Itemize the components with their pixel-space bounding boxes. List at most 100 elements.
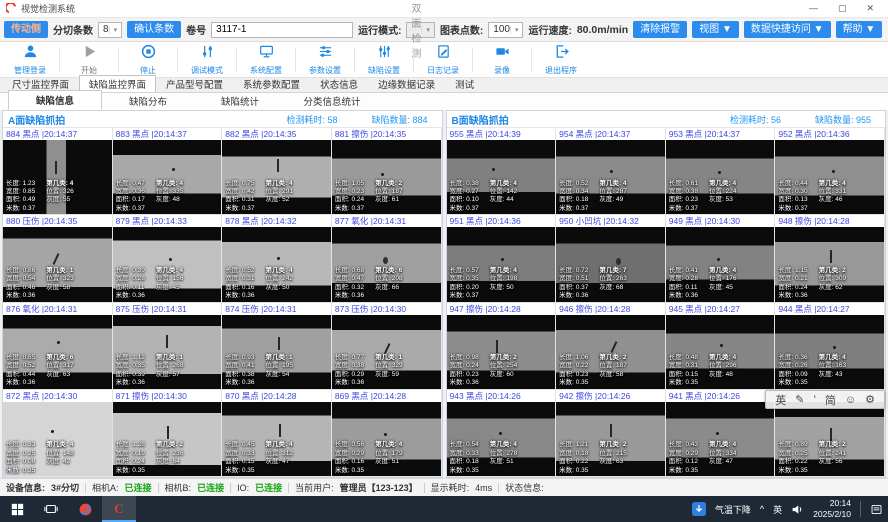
defect-cell[interactable]: 942 擦伤 |20:14:26长度: 1.21宽度: 0.18面积: 0.22… [556, 390, 666, 477]
main-tab[interactable]: 状态信息 [310, 75, 368, 92]
sub-tab[interactable]: 缺陷分布 [102, 92, 194, 110]
defect-cell[interactable]: 879 黑点 |20:14:33长度: 0.39宽度: 0.28面积: 0.11… [113, 215, 223, 302]
sub-tab[interactable]: 分类信息统计 [286, 92, 378, 110]
defect-cell[interactable]: 876 氧化 |20:14:31长度: 0.85宽度: 0.52面积: 0.44… [3, 303, 113, 390]
defect-info-overlay: 长度: 0.98宽度: 0.24面积: 0.23米数: 0.36第几类: 2位置… [450, 354, 518, 388]
action-button-4[interactable]: 调试模式 [179, 44, 235, 76]
data-access-menu-button[interactable]: 数据快捷访问 ▼ [744, 21, 831, 38]
action-button-8[interactable]: 日志记录 [415, 44, 471, 76]
defect-cell[interactable]: 884 黑点 |20:14:37长度: 1.23宽度: 0.85面积: 0.49… [3, 128, 113, 215]
tray-expand-chevron[interactable]: ^ [760, 504, 764, 514]
measurement-line: 宽度: 0.31 [225, 275, 254, 283]
class-line: 第几类: 2 [819, 267, 846, 275]
defect-cell[interactable]: 874 压伤 |20:14:31长度: 0.93宽度: 0.41面积: 0.38… [222, 303, 332, 390]
class-line: 第几类: 2 [819, 441, 846, 449]
defect-cell[interactable]: 882 黑点 |20:14:35长度: 0.75宽度: 0.42面积: 0.31… [222, 128, 332, 215]
measurement-line: 面积: 0.08 [6, 458, 35, 466]
view-menu-button[interactable]: 视图 ▼ [692, 21, 739, 38]
slit-count-select[interactable]: 8 ▾ [98, 22, 122, 38]
start-button[interactable] [0, 496, 34, 522]
defect-cell[interactable]: 872 黑点 |20:14:30长度: 0.33宽度: 0.25面积: 0.08… [3, 390, 113, 477]
action-button-6[interactable]: 参数设置 [297, 44, 353, 76]
ime-settings-gear-icon[interactable]: ⚙ [865, 393, 875, 406]
action-button-1[interactable]: 管理登录 [2, 44, 58, 76]
action-button-7[interactable]: 缺陷设置 [356, 44, 412, 76]
maximize-button[interactable]: ▢ [838, 3, 847, 14]
gray-line: 灰度: 55 [46, 196, 73, 204]
notification-center-icon[interactable] [870, 503, 883, 516]
defect-mark [172, 168, 175, 171]
defect-cell[interactable]: 945 黑点 |20:14:27长度: 0.48宽度: 0.31面积: 0.15… [666, 303, 776, 390]
gray-line: 灰度: 68 [599, 284, 626, 292]
action-button-9[interactable]: 录像 [474, 44, 530, 76]
main-tab[interactable]: 产品型号配置 [156, 75, 233, 92]
defect-cell[interactable]: 955 黑点 |20:14:39长度: 0.38宽度: 0.27面积: 0.10… [447, 128, 557, 215]
clear-alarm-button[interactable]: 清除报警 [633, 21, 687, 38]
ime-emoji-icon[interactable]: ☺ [845, 394, 856, 406]
minimize-button[interactable]: — [809, 3, 818, 14]
defect-cell[interactable]: 943 黑点 |20:14:26长度: 0.54宽度: 0.33面积: 0.18… [447, 390, 557, 477]
measurement-line: 长度: 1.15 [778, 267, 807, 275]
defect-classification: 第几类: 4位置: 242灰度: 50 [266, 267, 293, 301]
action-button-5[interactable]: 系统配置 [238, 44, 294, 76]
main-tab[interactable]: 测试 [445, 75, 484, 92]
defect-cell[interactable]: 954 黑点 |20:14:37长度: 0.52宽度: 0.34面积: 0.18… [556, 128, 666, 215]
measurement-line: 长度: 0.44 [778, 180, 807, 188]
defect-cell[interactable]: 950 小凹坑 |20:14:32长度: 0.72宽度: 0.51面积: 0.3… [556, 215, 666, 302]
defect-cell[interactable]: 871 擦伤 |20:14:30长度: 1.28宽度: 0.19面积: 0.24… [113, 390, 223, 477]
run-mode-select[interactable]: 双面检测 ▾ [406, 22, 435, 38]
ime-punctuation-toggle[interactable]: ’ [813, 394, 815, 406]
defect-cell[interactable]: 880 压伤 |20:14:35长度: 0.86宽度: 0.54面积: 0.46… [3, 215, 113, 302]
defect-cell[interactable]: 951 黑点 |20:14:36长度: 0.57宽度: 0.35面积: 0.20… [447, 215, 557, 302]
chart-points-select[interactable]: 100 ▾ [488, 22, 523, 38]
defect-image: 长度: 0.43宽度: 0.29面积: 0.12米数: 0.35第几类: 4位置… [666, 402, 775, 476]
main-tab[interactable]: 边缘数据记录 [368, 75, 445, 92]
ime-lang-toggle[interactable]: 英 [775, 392, 786, 408]
main-tab[interactable]: 系统参数配置 [233, 75, 310, 92]
sub-tab[interactable]: 缺陷统计 [194, 92, 286, 110]
defect-mark [55, 161, 57, 174]
defect-cell[interactable]: 883 黑点 |20:14:37 长度: 0.47宽度: 0.36面积: 0.17… [113, 128, 223, 215]
defect-cell[interactable]: 869 黑点 |20:14:28长度: 0.56宽度: 0.29面积: 0.16… [332, 390, 442, 477]
defect-cell-header: 883 黑点 |20:14:37 [113, 128, 222, 140]
defect-measurements: 长度: 0.86宽度: 0.54面积: 0.46米数: 0.36 [6, 267, 35, 301]
defect-cell[interactable]: 873 压伤 |20:14:30长度: 0.77宽度: 0.38面积: 0.29… [332, 303, 442, 390]
defect-cell[interactable]: 952 黑点 |20:14:36长度: 0.44宽度: 0.30面积: 0.13… [775, 128, 885, 215]
taskbar-active-app-button[interactable]: C [102, 496, 136, 522]
action-button-3[interactable]: 停止 [120, 44, 176, 76]
ime-language-indicator[interactable]: 英 [773, 503, 782, 516]
action-button-10[interactable]: 退出程序 [533, 44, 589, 76]
drive-side-button[interactable]: 传动侧 [4, 21, 48, 38]
defect-cell[interactable]: 870 黑点 |20:14:28长度: 0.45宽度: 0.33面积: 0.15… [222, 390, 332, 477]
task-view-button[interactable] [34, 496, 68, 522]
defect-cell[interactable]: 953 黑点 |20:14:37长度: 0.61宽度: 0.38面积: 0.23… [666, 128, 776, 215]
defect-cell[interactable]: 944 黑点 |20:14:27长度: 0.36宽度: 0.26面积: 0.09… [775, 303, 885, 390]
help-menu-button[interactable]: 帮助 ▼ [836, 21, 883, 38]
speaker-icon[interactable] [791, 503, 804, 516]
defect-info-overlay: 长度: 0.47宽度: 0.36面积: 0.17米数: 0.37第几类: 4位置… [116, 180, 184, 214]
sub-tab[interactable]: 缺陷信息 [8, 90, 102, 110]
ime-pen-icon[interactable]: ✎ [795, 393, 804, 406]
measurement-line: 米数: 0.37 [116, 205, 145, 213]
taskbar-app-button[interactable] [68, 496, 102, 522]
defect-image: 长度: 1.23宽度: 0.85面积: 0.49米数: 0.37第几类: 4位置… [3, 140, 112, 214]
action-button-2[interactable]: 开始 [61, 44, 117, 76]
confirm-count-button[interactable]: 确认条数 [127, 21, 181, 38]
defect-cell[interactable]: 941 黑点 |20:14:26长度: 0.43宽度: 0.29面积: 0.12… [666, 390, 776, 477]
defect-cell[interactable]: 948 擦伤 |20:14:28长度: 1.15宽度: 0.21面积: 0.24… [775, 215, 885, 302]
close-button[interactable]: ✕ [866, 3, 874, 14]
defect-cell[interactable]: 947 擦伤 |20:14:28长度: 0.98宽度: 0.24面积: 0.23… [447, 303, 557, 390]
taskbar-clock[interactable]: 20:14 2025/2/10 [813, 498, 851, 519]
weather-text[interactable]: 气温下降 [715, 503, 751, 516]
defect-cell[interactable]: 881 擦伤 |20:14:35长度: 1.05宽度: 0.23面积: 0.24… [332, 128, 442, 215]
ime-simplified-toggle[interactable]: 简 [825, 392, 836, 408]
defect-cell[interactable]: 878 黑点 |20:14:32长度: 0.52宽度: 0.31面积: 0.16… [222, 215, 332, 302]
defect-cell[interactable]: 877 氧化 |20:14:31长度: 0.68宽度: 0.47面积: 0.32… [332, 215, 442, 302]
defect-cell[interactable]: 949 黑点 |20:14:30长度: 0.41宽度: 0.28面积: 0.11… [666, 215, 776, 302]
monitor-icon [259, 44, 274, 64]
defect-cell[interactable]: 875 压伤 |20:14:31长度: 1.12宽度: 0.35面积: 0.39… [113, 303, 223, 390]
measurement-line: 宽度: 0.28 [669, 275, 698, 283]
defect-info-overlay: 长度: 0.72宽度: 0.51面积: 0.37米数: 0.36第几类: 7位置… [559, 267, 627, 301]
defect-cell[interactable]: 946 擦伤 |20:14:28长度: 1.06宽度: 0.22面积: 0.23… [556, 303, 666, 390]
roll-number-input[interactable] [211, 22, 353, 38]
